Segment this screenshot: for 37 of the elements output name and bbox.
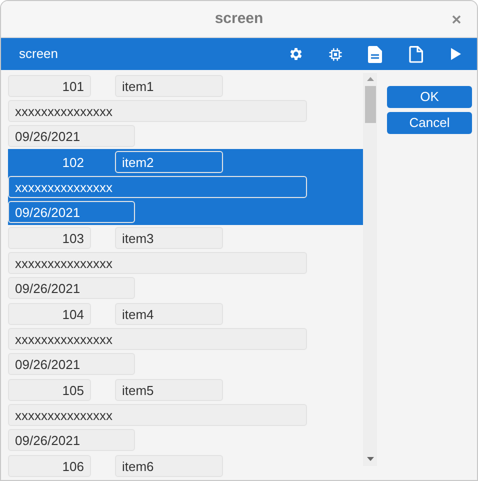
scroll-up-icon[interactable]: [366, 77, 374, 81]
description-field[interactable]: xxxxxxxxxxxxxxx: [8, 404, 307, 426]
description-field[interactable]: xxxxxxxxxxxxxxx: [8, 252, 307, 274]
description-field[interactable]: xxxxxxxxxxxxxxx: [8, 176, 307, 198]
date-field[interactable]: 09/26/2021: [8, 353, 135, 375]
name-field[interactable]: item2: [115, 151, 223, 173]
settings-icon[interactable]: [288, 46, 304, 62]
date-field[interactable]: 09/26/2021: [8, 201, 135, 223]
number-field[interactable]: 103: [8, 227, 91, 249]
close-icon[interactable]: [452, 15, 461, 24]
name-field[interactable]: item1: [115, 75, 223, 97]
selected-record[interactable]: 102 item2 xxxxxxxxxxxxxxx 09/26/2021: [8, 149, 363, 225]
play-icon[interactable]: [451, 48, 461, 60]
toolbar-title: screen: [19, 45, 58, 64]
number-field[interactable]: 104: [8, 303, 91, 325]
description-field[interactable]: xxxxxxxxxxxxxxx: [8, 100, 307, 122]
window-title: screen: [214, 8, 264, 29]
chip-icon[interactable]: [328, 46, 343, 62]
number-field[interactable]: 105: [8, 379, 91, 401]
document-icon[interactable]: [368, 46, 382, 62]
blank-page-icon[interactable]: [409, 46, 423, 62]
dialog-button[interactable]: OK: [387, 86, 472, 108]
date-field[interactable]: 09/26/2021: [8, 125, 135, 147]
date-field[interactable]: 09/26/2021: [8, 429, 135, 451]
name-field[interactable]: item4: [115, 303, 223, 325]
description-field[interactable]: xxxxxxxxxxxxxxx: [8, 328, 307, 350]
name-field[interactable]: item6: [115, 455, 223, 477]
date-field[interactable]: 09/26/2021: [8, 277, 135, 299]
scroll-down-icon[interactable]: [366, 457, 374, 461]
name-field[interactable]: item3: [115, 227, 223, 249]
number-field[interactable]: 102: [8, 151, 91, 173]
scrollbar[interactable]: [363, 73, 377, 466]
scrollbar-thumb[interactable]: [364, 86, 376, 123]
number-field[interactable]: 101: [8, 75, 91, 97]
name-field[interactable]: item5: [115, 379, 223, 401]
number-field[interactable]: 106: [8, 455, 91, 477]
dialog-button[interactable]: Cancel: [387, 112, 472, 134]
